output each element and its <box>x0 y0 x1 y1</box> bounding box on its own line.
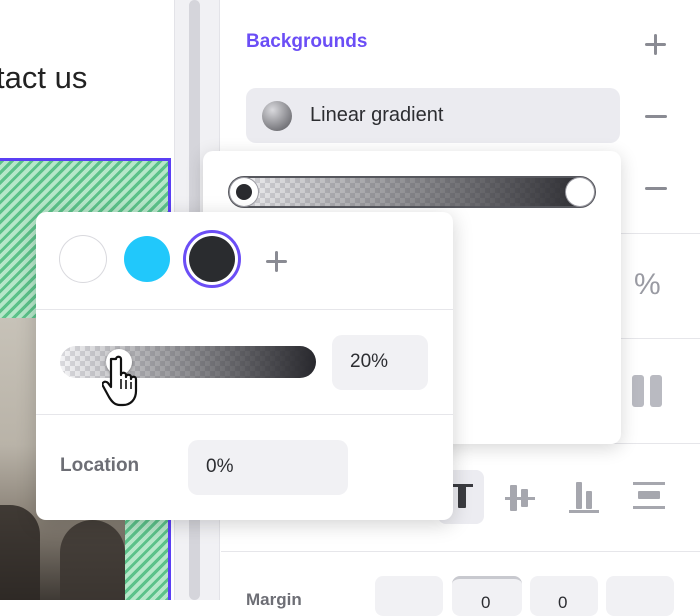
align-middle-icon-a <box>510 485 517 511</box>
divider <box>621 233 700 234</box>
hand-cursor-icon <box>102 355 138 407</box>
backgrounds-title: Backgrounds <box>246 31 368 52</box>
add-background-plus-icon[interactable] <box>643 32 667 56</box>
margin-label: Margin <box>246 590 302 609</box>
margin-field-bottom[interactable] <box>606 576 674 616</box>
margin-field-right[interactable]: 0 <box>530 576 598 616</box>
canvas-heading-text: tact us <box>0 60 88 95</box>
swatch-blue[interactable] <box>124 236 170 282</box>
location-label: Location <box>60 455 140 476</box>
gradient-bar[interactable] <box>228 176 596 208</box>
align-top-icon-stem <box>458 484 466 508</box>
align-bottom-icon[interactable] <box>569 510 599 513</box>
add-swatch-plus-icon[interactable] <box>264 249 288 273</box>
gradient-stop-start-fill <box>236 184 252 200</box>
photo-shadow-right <box>60 520 125 600</box>
percent-icon[interactable]: % <box>634 268 661 302</box>
swatch-white[interactable] <box>60 236 106 282</box>
divider <box>36 309 453 310</box>
gradient-stop-end[interactable] <box>566 178 594 206</box>
pause-icon-bar <box>650 375 662 407</box>
align-bottom-icon-b <box>586 491 592 509</box>
background-item-label: Linear gradient <box>310 104 444 126</box>
photo-shadow-left <box>0 505 40 600</box>
distribute-icon-mid <box>638 491 660 499</box>
align-middle-icon-b <box>521 489 528 507</box>
margin-top-value: 0 <box>481 593 491 612</box>
divider <box>621 338 700 339</box>
remove-background-minus-icon-2[interactable] <box>644 176 668 200</box>
divider <box>221 551 700 552</box>
distribute-icon[interactable] <box>633 482 665 485</box>
gradient-preview-icon <box>262 101 292 131</box>
swatch-dark[interactable] <box>189 236 235 282</box>
opacity-value: 20% <box>350 351 389 372</box>
remove-background-minus-icon[interactable] <box>644 104 668 128</box>
pause-icon[interactable] <box>632 375 644 407</box>
margin-right-value: 0 <box>558 593 568 612</box>
location-value: 0% <box>206 456 234 477</box>
align-bottom-icon-a <box>576 482 582 509</box>
margin-field-top[interactable]: 0 <box>452 576 522 616</box>
distribute-icon-bottom <box>633 506 665 509</box>
margin-field-left[interactable] <box>375 576 443 616</box>
divider <box>36 414 453 415</box>
opacity-slider[interactable] <box>60 346 316 378</box>
